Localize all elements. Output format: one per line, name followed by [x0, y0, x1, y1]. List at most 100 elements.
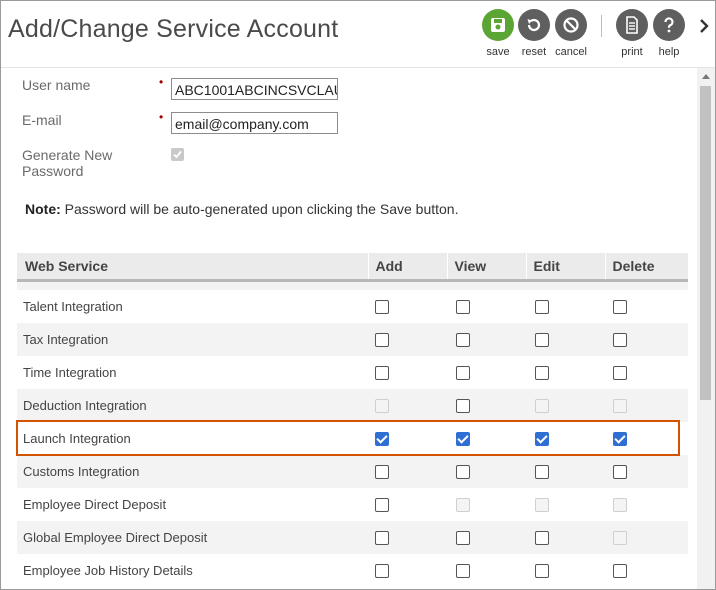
required-marker: •: [159, 75, 164, 89]
save-icon: [491, 18, 505, 32]
web-service-name: Deduction Integration: [17, 389, 368, 422]
web-service-name: Launch Integration: [23, 431, 131, 446]
view-checkbox[interactable]: [456, 563, 470, 578]
add-checkbox: [375, 398, 389, 413]
cell-edit: [526, 389, 605, 422]
cell-edit: [526, 554, 605, 587]
add-checkbox[interactable]: [375, 299, 389, 314]
edit-checkbox[interactable]: [535, 365, 549, 380]
scroll-up-icon[interactable]: [701, 72, 711, 80]
generate-label-line2: Password: [22, 163, 84, 179]
edit-checkbox[interactable]: [535, 299, 549, 314]
generate-password-label: Generate New Password: [22, 147, 112, 179]
edit-checkbox[interactable]: [535, 332, 549, 347]
add-checkbox[interactable]: [375, 563, 389, 578]
vertical-scrollbar[interactable]: [697, 68, 715, 589]
web-service-name: Employee Direct Deposit: [23, 497, 167, 512]
table-row: Tax Integration: [17, 323, 688, 356]
cancel-button[interactable]: cancel: [554, 9, 588, 58]
cell-delete: [605, 521, 688, 554]
edit-checkbox: [535, 398, 549, 413]
page-title: Add/Change Service Account: [8, 15, 339, 43]
view-checkbox[interactable]: [456, 530, 470, 545]
delete-checkbox[interactable]: [613, 299, 627, 314]
cell-view: [447, 323, 526, 356]
view-checkbox[interactable]: [456, 464, 470, 479]
cell-view: [447, 455, 526, 488]
edit-checkbox[interactable]: [535, 464, 549, 479]
cell-delete: [605, 488, 688, 521]
help-button[interactable]: help: [652, 9, 686, 58]
add-checkbox[interactable]: [375, 365, 389, 380]
view-checkbox[interactable]: [456, 299, 470, 314]
cell-delete: [605, 422, 688, 455]
table-spacer: [17, 280, 688, 290]
header-edit: Edit: [525, 253, 605, 282]
edit-checkbox[interactable]: [535, 530, 549, 545]
cell-delete: [605, 356, 688, 389]
cell-add: [368, 488, 447, 521]
delete-checkbox[interactable]: [613, 563, 627, 578]
cell-view: [447, 356, 526, 389]
delete-checkbox[interactable]: [613, 464, 627, 479]
table-row: Customs Integration: [17, 455, 688, 488]
note-bold: Note:: [25, 201, 61, 217]
web-service-name: Global Employee Direct Deposit: [17, 521, 368, 554]
edit-checkbox[interactable]: [535, 431, 549, 446]
delete-checkbox[interactable]: [613, 332, 627, 347]
table-header-row: Web Service Add View Edit Delete: [17, 253, 688, 282]
view-checkbox[interactable]: [456, 398, 470, 413]
view-checkbox[interactable]: [456, 332, 470, 347]
view-checkbox[interactable]: [456, 365, 470, 380]
username-input[interactable]: ABC1001ABCINCSVCLAUNCH: [171, 78, 338, 100]
add-checkbox[interactable]: [375, 431, 389, 446]
cell-delete: [605, 455, 688, 488]
email-input[interactable]: email@company.com: [171, 112, 338, 134]
view-checkbox[interactable]: [456, 431, 470, 446]
cell-edit: [526, 323, 605, 356]
delete-checkbox[interactable]: [613, 365, 627, 380]
table-row: Global Employee Direct Deposit: [17, 521, 688, 554]
cell-add: [368, 290, 447, 323]
cell-add: [368, 422, 447, 455]
service-account-window: Add/Change Service Account save reset ca…: [0, 0, 716, 590]
edit-checkbox[interactable]: [535, 563, 549, 578]
add-checkbox[interactable]: [375, 530, 389, 545]
cell-edit: [526, 356, 605, 389]
cell-add: [368, 323, 447, 356]
scrollbar-thumb[interactable]: [700, 86, 711, 400]
cell-add: [368, 356, 447, 389]
cell-edit: [526, 422, 605, 455]
web-service-name: Employee Job History Details: [23, 563, 193, 578]
form-content: User name • ABC1001ABCINCSVCLAUNCH E-mai…: [1, 68, 697, 589]
print-icon: [626, 16, 638, 34]
delete-checkbox: [613, 398, 627, 413]
cell-edit: [526, 488, 605, 521]
toolbar-divider: [601, 15, 602, 37]
add-checkbox[interactable]: [375, 464, 389, 479]
check-icon: [173, 150, 182, 159]
note-text: Note: Password will be auto-generated up…: [25, 201, 458, 217]
add-checkbox[interactable]: [375, 332, 389, 347]
delete-checkbox: [613, 497, 627, 512]
cell-view: [447, 521, 526, 554]
delete-checkbox[interactable]: [613, 431, 627, 446]
username-label: User name: [22, 77, 91, 93]
generate-label-line1: Generate New: [22, 147, 113, 163]
cell-view: [447, 488, 526, 521]
web-service-name: Tax Integration: [17, 323, 368, 356]
header-add: Add: [367, 253, 447, 282]
help-label: help: [658, 46, 680, 58]
more-options-button[interactable]: [698, 19, 710, 38]
cell-view: [447, 422, 526, 455]
table-row: Talent Integration: [17, 290, 688, 323]
cell-edit: [526, 521, 605, 554]
add-checkbox[interactable]: [375, 497, 389, 512]
cell-view: [447, 554, 526, 587]
cell-add: [368, 554, 447, 587]
web-service-name: Talent Integration: [23, 299, 123, 314]
cell-delete: [605, 389, 688, 422]
cell-add: [368, 521, 447, 554]
generate-password-checkbox: [171, 148, 184, 161]
chevron-right-icon: [700, 19, 709, 33]
